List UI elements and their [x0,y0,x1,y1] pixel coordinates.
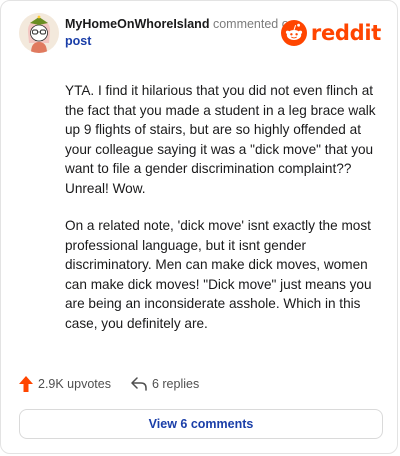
comment-stats: 2.9K upvotes 6 replies [19,373,199,395]
comment-paragraph: On a related note, 'dick move' isnt exac… [65,218,372,331]
upvote-button[interactable]: 2.9K upvotes [19,376,111,392]
replies-button[interactable]: 6 replies [131,377,199,391]
upvote-count: 2.9K upvotes [38,377,111,391]
reply-arrow-icon [131,377,147,391]
comment-paragraph: YTA. I find it hilarious that you did no… [65,83,376,196]
comment-meta: MyHomeOnWhoreIsland commented on post [65,16,315,50]
brand-wordmark: reddit [310,21,381,45]
snoo-avatar-icon [19,13,59,53]
comment-card: MyHomeOnWhoreIsland commented on post re… [0,0,398,454]
author-username[interactable]: MyHomeOnWhoreIsland [65,17,209,31]
reddit-logo[interactable]: reddit [280,19,381,47]
reply-count: 6 replies [151,377,200,391]
comment-header: MyHomeOnWhoreIsland commented on post re… [19,13,381,53]
view-comments-button[interactable]: View 6 comments [19,409,383,439]
upvote-arrow-icon [19,376,33,392]
avatar[interactable] [19,13,59,53]
comment-body: YTA. I find it hilarious that you did no… [65,81,383,351]
reddit-snoo-logo-icon [280,20,307,46]
post-link[interactable]: post [65,33,315,50]
